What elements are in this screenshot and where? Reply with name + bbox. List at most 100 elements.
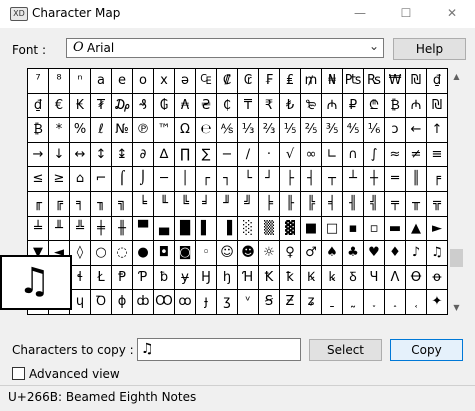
character-cell[interactable]: · — [259, 142, 280, 168]
character-cell[interactable]: ⁸ — [49, 69, 70, 94]
character-cell[interactable]: ₼ — [406, 93, 427, 119]
character-cell[interactable]: ╨ — [49, 216, 70, 242]
character-cell[interactable]: ₴ — [196, 93, 217, 119]
character-cell[interactable]: ⌐ — [91, 167, 112, 192]
character-cell[interactable]: ┼ — [364, 167, 385, 192]
character-cell[interactable]: ɸ — [112, 290, 133, 315]
character-cell[interactable]: ✦ — [427, 290, 448, 315]
character-cell[interactable]: █ — [175, 216, 196, 242]
character-cell[interactable]: ■ — [301, 216, 322, 242]
character-cell[interactable]: Ꝺ — [91, 290, 112, 315]
character-cell[interactable]: Ꝋ — [406, 265, 427, 291]
character-cell[interactable]: ₹ — [259, 93, 280, 119]
character-cell[interactable]: □ — [322, 216, 343, 242]
character-cell[interactable]: ə — [175, 69, 196, 94]
character-cell[interactable]: ╤ — [385, 191, 406, 217]
character-cell[interactable]: ╖ — [91, 191, 112, 217]
character-cell[interactable]: ╩ — [70, 216, 91, 242]
character-cell[interactable]: Ω — [175, 118, 196, 143]
character-cell[interactable]: ꜧ — [217, 265, 238, 291]
character-cell[interactable]: ♪ — [406, 241, 427, 266]
character-cell[interactable]: ○ — [91, 241, 112, 266]
character-cell[interactable]: ═ — [385, 167, 406, 192]
copy-button[interactable]: Copy — [390, 339, 463, 361]
character-cell[interactable]: ₿ — [28, 118, 49, 143]
character-cell[interactable]: Ꝃ — [301, 265, 322, 291]
character-cell[interactable]: ꝏ — [175, 290, 196, 315]
character-cell[interactable]: ₵ — [217, 93, 238, 119]
character-cell[interactable]: ₫ — [427, 69, 448, 94]
scroll-up-arrow-icon[interactable]: ▲ — [448, 68, 465, 85]
character-cell[interactable]: Ꝏ — [154, 290, 175, 315]
character-cell[interactable]: ₲ — [154, 93, 175, 119]
select-button[interactable]: Select — [309, 339, 382, 361]
character-cell[interactable]: ₣ — [259, 69, 280, 94]
character-cell[interactable]: ♣ — [343, 241, 364, 266]
character-cell[interactable]: ₢ — [238, 69, 259, 94]
character-cell[interactable]: ╕ — [70, 191, 91, 217]
character-cell[interactable]: ┐ — [217, 167, 238, 192]
character-cell[interactable]: ≡ — [427, 142, 448, 168]
character-cell[interactable]: ↔ — [70, 142, 91, 168]
character-cell[interactable]: ꝋ — [427, 265, 448, 291]
character-cell[interactable]: Ɥ — [364, 265, 385, 291]
character-cell[interactable]: ⁷ — [28, 69, 49, 94]
character-cell[interactable]: ∏ — [175, 142, 196, 168]
character-cell[interactable]: ₦ — [322, 69, 343, 94]
character-cell[interactable]: ᵛ — [238, 290, 259, 315]
character-cell[interactable]: ⅔ — [259, 118, 280, 143]
character-cell[interactable]: ♦ — [385, 241, 406, 266]
character-cell[interactable]: ┌ — [196, 167, 217, 192]
character-cell[interactable]: x — [154, 69, 175, 94]
character-cell[interactable]: ˯ — [364, 290, 385, 315]
advanced-view-label[interactable]: Advanced view — [29, 367, 120, 381]
character-cell[interactable]: Ꜧ — [196, 265, 217, 291]
character-cell[interactable]: ┘ — [259, 167, 280, 192]
character-cell[interactable]: ₩ — [385, 69, 406, 94]
character-cell[interactable]: ⌂ — [70, 167, 91, 192]
character-cell[interactable]: ȸ — [133, 290, 154, 315]
character-cell[interactable]: ₮ — [91, 93, 112, 119]
character-cell[interactable]: ℗ — [133, 118, 154, 143]
grid-scrollbar[interactable]: ▲ ▼ — [448, 68, 465, 316]
close-button[interactable]: ✕ — [429, 0, 475, 28]
character-cell[interactable]: │ — [175, 167, 196, 192]
character-cell[interactable]: ◊ — [70, 241, 91, 266]
character-cell[interactable]: % — [70, 118, 91, 143]
character-cell[interactable]: ↄ — [385, 118, 406, 143]
character-cell[interactable]: ╒ — [427, 167, 448, 192]
character-cell[interactable]: √ — [280, 142, 301, 168]
character-cell[interactable]: ₡ — [217, 69, 238, 94]
character-cell[interactable]: ⅖ — [301, 118, 322, 143]
character-cell[interactable]: ⌡ — [133, 167, 154, 192]
character-cell[interactable]: ↓ — [49, 142, 70, 168]
character-cell[interactable]: ₺ — [280, 93, 301, 119]
character-cell[interactable]: ╥ — [406, 191, 427, 217]
character-cell[interactable]: Ʌ — [385, 265, 406, 291]
character-cell[interactable]: ɏ — [175, 265, 196, 291]
character-cell[interactable]: ˱ — [406, 290, 427, 315]
character-cell[interactable]: Ꝁ — [259, 265, 280, 291]
character-cell[interactable]: ╚ — [175, 191, 196, 217]
character-cell[interactable]: ∫ — [364, 142, 385, 168]
character-cell[interactable]: ₾ — [364, 93, 385, 119]
character-cell[interactable]: Ᵹ — [343, 265, 364, 291]
character-cell[interactable]: ┴ — [343, 167, 364, 192]
character-cell[interactable]: ∕ — [238, 142, 259, 168]
character-cell[interactable]: ⅘ — [343, 118, 364, 143]
character-cell[interactable]: № — [112, 118, 133, 143]
character-cell[interactable]: ◌ — [112, 241, 133, 266]
character-cell[interactable]: ₫ — [28, 93, 49, 119]
character-cell[interactable]: ₼ — [322, 93, 343, 119]
character-cell[interactable]: ℓ — [91, 118, 112, 143]
character-cell[interactable]: ◙ — [175, 241, 196, 266]
character-cell[interactable]: ╓ — [28, 191, 49, 217]
character-cell[interactable]: ₸ — [238, 93, 259, 119]
character-cell[interactable]: ▄ — [154, 216, 175, 242]
character-cell[interactable]: ₰ — [133, 93, 154, 119]
character-cell[interactable]: ☼ — [259, 241, 280, 266]
character-cell[interactable]: ⌠ — [112, 167, 133, 192]
character-cell[interactable]: ˍ — [322, 290, 343, 315]
character-cell[interactable]: ₽ — [343, 93, 364, 119]
character-cell[interactable]: ♥ — [364, 241, 385, 266]
